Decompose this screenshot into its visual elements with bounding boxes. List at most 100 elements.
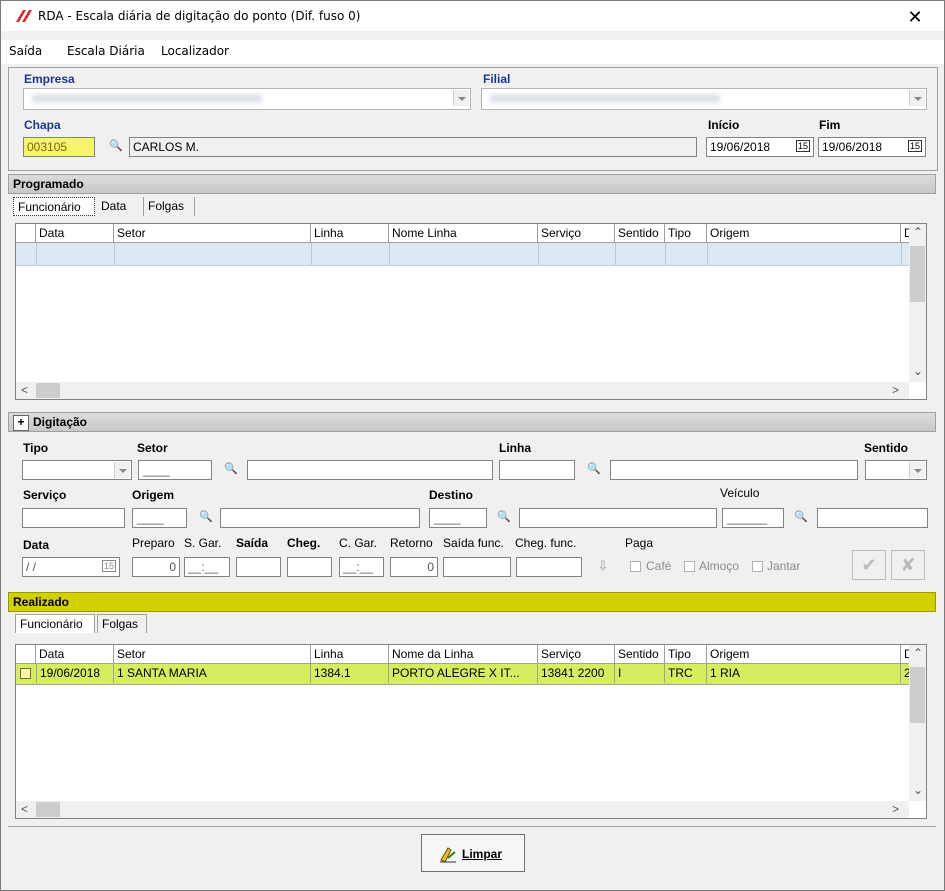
linha-field[interactable] xyxy=(499,460,575,480)
tab-funcionario[interactable]: Funcionário xyxy=(15,614,95,633)
veiculo-mask: ______ xyxy=(727,511,768,525)
scroll-up-icon[interactable]: ⌃ xyxy=(913,646,923,660)
data-field[interactable]: / / 15 xyxy=(22,557,120,577)
calendar-icon[interactable]: 15 xyxy=(101,560,116,572)
scroll-right-icon[interactable]: > xyxy=(892,383,899,397)
binoculars-icon[interactable]: 🔍 xyxy=(583,460,605,480)
setor-field[interactable]: ____ xyxy=(138,460,212,480)
cheg-field[interactable] xyxy=(287,557,332,577)
column-header[interactable]: Serviço xyxy=(538,224,615,243)
vertical-scrollbar[interactable]: ⌃ ⌄ xyxy=(909,224,926,382)
column-header[interactable]: Linha xyxy=(311,224,389,243)
realizado-header: Realizado xyxy=(8,592,936,612)
saida-func-field[interactable] xyxy=(443,557,511,577)
binoculars-icon[interactable]: 🔍 xyxy=(493,508,515,528)
cheg-func-field[interactable] xyxy=(516,557,582,577)
scroll-left-icon[interactable]: < xyxy=(21,802,28,816)
tab-data[interactable]: Data xyxy=(97,197,141,216)
expand-toggle[interactable]: + xyxy=(13,415,29,431)
chevron-down-icon[interactable] xyxy=(909,90,925,106)
veiculo-field[interactable]: ______ xyxy=(722,508,784,528)
menu-escala-diaria[interactable]: Escala Diária xyxy=(67,44,145,58)
column-header[interactable]: Setor xyxy=(114,645,311,664)
scroll-up-icon[interactable]: ⌃ xyxy=(913,225,923,239)
empresa-select[interactable] xyxy=(23,88,471,110)
column-header[interactable]: Sentido xyxy=(615,224,665,243)
chapa-field[interactable]: 003105 xyxy=(23,137,95,157)
close-button[interactable]: ✕ xyxy=(903,7,927,27)
binoculars-icon[interactable]: 🔍 xyxy=(220,460,242,480)
scroll-thumb[interactable] xyxy=(910,246,925,302)
setor-mask: ____ xyxy=(143,463,170,477)
scroll-right-icon[interactable]: > xyxy=(892,802,899,816)
scroll-thumb[interactable] xyxy=(36,802,60,817)
programado-grid[interactable]: Data Setor Linha Nome Linha Serviço Sent… xyxy=(15,223,927,400)
sentido-select[interactable] xyxy=(865,460,927,480)
calendar-icon[interactable]: 15 xyxy=(907,140,922,152)
binoculars-icon[interactable]: 🔍 xyxy=(105,137,127,157)
almoco-label: Almoço xyxy=(699,559,740,573)
column-header[interactable]: Nome Linha xyxy=(389,224,538,243)
column-header[interactable]: Origem xyxy=(707,645,901,664)
tipo-select[interactable] xyxy=(22,460,132,480)
cell-data: 19/06/2018 xyxy=(36,664,114,683)
binoculars-icon[interactable]: 🔍 xyxy=(790,508,812,528)
menu-localizador[interactable]: Localizador xyxy=(161,44,229,58)
column-header[interactable]: Tipo xyxy=(665,645,707,664)
sgar-field[interactable]: __:__ xyxy=(184,557,230,577)
saida-field[interactable] xyxy=(236,557,281,577)
binoculars-icon[interactable]: 🔍 xyxy=(195,508,217,528)
tab-funcionario[interactable]: Funcionário xyxy=(13,197,95,216)
cafe-checkbox[interactable] xyxy=(630,561,641,572)
scroll-down-icon[interactable]: ⌄ xyxy=(913,783,923,797)
horizontal-scrollbar[interactable]: < > xyxy=(16,382,909,399)
column-header[interactable]: Origem xyxy=(707,224,901,243)
column-header[interactable]: Tipo xyxy=(665,224,707,243)
origem-desc-field xyxy=(220,508,420,528)
filial-select[interactable] xyxy=(481,88,927,110)
servico-field[interactable] xyxy=(22,508,125,528)
cgar-label: C. Gar. xyxy=(339,536,378,550)
almoco-checkbox[interactable] xyxy=(684,561,695,572)
arrow-down-icon[interactable]: ⇩ xyxy=(592,557,614,577)
preparo-field[interactable]: 0 xyxy=(132,557,180,577)
scroll-down-icon[interactable]: ⌄ xyxy=(913,364,923,378)
column-header[interactable]: Nome da Linha xyxy=(389,645,538,664)
retorno-field[interactable]: 0 xyxy=(390,557,438,577)
column-header[interactable]: Sentido xyxy=(615,645,665,664)
column-header[interactable]: Linha xyxy=(311,645,389,664)
realizado-grid[interactable]: Data Setor Linha Nome da Linha Serviço S… xyxy=(15,644,927,819)
jantar-checkbox[interactable] xyxy=(752,561,763,572)
table-row[interactable]: 19/06/2018 1 SANTA MARIA 1384.1 PORTO AL… xyxy=(16,664,911,685)
fim-date-field[interactable]: 19/06/2018 15 xyxy=(818,137,926,157)
column-header[interactable]: Data xyxy=(36,224,114,243)
destino-mask: ____ xyxy=(434,511,461,525)
row-checkbox[interactable] xyxy=(20,668,31,679)
column-header[interactable]: Data xyxy=(36,645,114,664)
veiculo-desc-field xyxy=(817,508,928,528)
vertical-scrollbar[interactable]: ⌃ ⌄ xyxy=(909,645,926,801)
programado-header: Programado xyxy=(8,174,936,194)
destino-field[interactable]: ____ xyxy=(429,508,487,528)
chevron-down-icon[interactable] xyxy=(114,462,130,478)
limpar-button[interactable]: Limpar xyxy=(421,834,525,872)
inicio-date-field[interactable]: 19/06/2018 15 xyxy=(706,137,814,157)
scroll-thumb[interactable] xyxy=(910,667,925,723)
column-header[interactable]: Setor xyxy=(114,224,311,243)
confirm-check-icon[interactable]: ✔ xyxy=(852,550,886,580)
scroll-thumb[interactable] xyxy=(36,383,60,398)
scroll-left-icon[interactable]: < xyxy=(21,383,28,397)
origem-field[interactable]: ____ xyxy=(132,508,187,528)
chevron-down-icon[interactable] xyxy=(453,90,469,106)
calendar-icon[interactable]: 15 xyxy=(795,140,810,152)
menu-saida[interactable]: Saída xyxy=(9,44,42,58)
window-title: RDA - Escala diária de digitação do pont… xyxy=(38,9,361,23)
horizontal-scrollbar[interactable]: < > xyxy=(16,801,909,818)
column-header[interactable]: Serviço xyxy=(538,645,615,664)
chevron-down-icon[interactable] xyxy=(909,462,925,478)
table-row[interactable] xyxy=(16,243,909,266)
cgar-field[interactable]: __:__ xyxy=(339,557,384,577)
tab-folgas[interactable]: Folgas xyxy=(97,614,147,633)
cancel-x-icon[interactable]: ✘ xyxy=(891,550,925,580)
tab-folgas[interactable]: Folgas xyxy=(143,197,195,216)
